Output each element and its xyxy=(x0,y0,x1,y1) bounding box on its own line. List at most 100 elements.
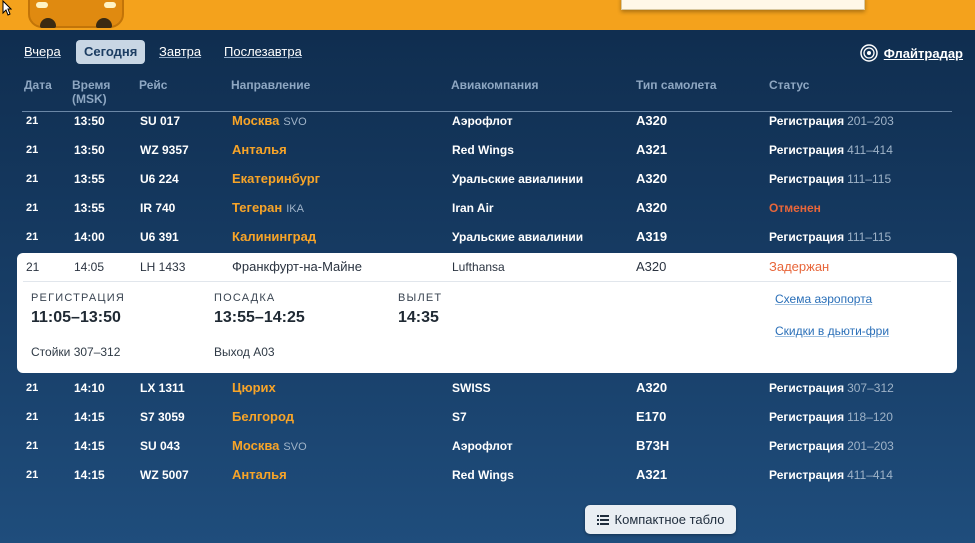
airport-map-link[interactable]: Схема аэропорта xyxy=(775,292,872,306)
row-status: Регистрация 307–312 xyxy=(769,381,894,395)
row-time: 13:50 xyxy=(74,143,105,157)
list-icon xyxy=(596,514,609,525)
row-status: Регистрация 118–120 xyxy=(769,410,893,424)
flightradar-label: Флайтрадар xyxy=(883,45,963,61)
row-aircraft: A320 xyxy=(636,380,668,395)
row-status: Регистрация 111–115 xyxy=(769,172,892,186)
mouse-cursor-icon xyxy=(2,0,12,16)
row-status: Отменен xyxy=(769,201,821,215)
row-flight: LH 1433 xyxy=(140,260,186,274)
row-date: 21 xyxy=(26,440,39,452)
table-row[interactable]: 21 14:15 S7 3059 Белгород S7 E170 Регист… xyxy=(0,404,975,433)
row-airline: Аэрофлот xyxy=(452,439,513,453)
header-status: Статус xyxy=(769,78,810,92)
row-time: 14:10 xyxy=(74,381,105,395)
row-date: 21 xyxy=(26,231,39,243)
row-flight: S7 3059 xyxy=(140,410,185,424)
compact-board-label: Компактное табло xyxy=(614,512,725,527)
table-header: Дата Время (MSK) Рейс Направление Авиаком… xyxy=(0,78,975,110)
row-airline: Iran Air xyxy=(452,201,494,215)
row-date: 21 xyxy=(26,469,39,481)
row-status: Регистрация 411–414 xyxy=(769,468,893,482)
row-status: Регистрация 111–115 xyxy=(769,230,892,244)
flightradar-link[interactable]: Флайтрадар xyxy=(860,42,963,64)
boarding-gate: Выход A03 xyxy=(214,345,275,359)
day-tab-tomorrow[interactable]: Завтра xyxy=(159,40,201,64)
row-aircraft: B73H xyxy=(636,438,670,453)
row-aircraft: A319 xyxy=(636,229,668,244)
row-destination: Калининград xyxy=(232,229,317,244)
row-destination: Тегеран IKA xyxy=(232,200,304,215)
expanded-flight-card[interactable]: 21 14:05 LH 1433 Франкфурт-на-Майне Luft… xyxy=(17,253,957,373)
row-time: 14:15 xyxy=(74,439,105,453)
flightradar-icon xyxy=(860,44,878,62)
day-navigation: Вчера Сегодня Завтра Послезавтра Флайтра… xyxy=(0,40,975,66)
row-aircraft: A320 xyxy=(636,113,668,128)
header-time: Время (MSK) xyxy=(72,78,111,106)
row-airline: Lufthansa xyxy=(452,260,505,274)
header-airline: Авиакомпания xyxy=(451,78,539,92)
expanded-row[interactable]: 21 14:05 LH 1433 Франкфурт-на-Майне Luft… xyxy=(17,253,957,281)
card-divider xyxy=(23,281,951,282)
registration-caption: РЕГИСТРАЦИЯ xyxy=(31,292,125,304)
row-airline: S7 xyxy=(452,410,467,424)
row-aircraft: A320 xyxy=(636,171,668,186)
row-flight: SU 043 xyxy=(140,439,181,453)
row-flight: U6 224 xyxy=(140,172,179,186)
row-aircraft: A320 xyxy=(636,259,667,274)
compact-board-button[interactable]: Компактное табло xyxy=(585,505,736,534)
row-time: 13:55 xyxy=(74,201,105,215)
row-time: 14:15 xyxy=(74,468,105,482)
day-tab-day-after-tomorrow[interactable]: Послезавтра xyxy=(224,40,302,64)
row-destination: Цюрих xyxy=(232,380,276,395)
table-row[interactable]: 21 13:50 WZ 9357 Анталья Red Wings A321 … xyxy=(0,137,975,166)
row-date: 21 xyxy=(26,144,39,156)
row-aircraft: E170 xyxy=(636,409,667,424)
row-date: 21 xyxy=(26,382,39,394)
row-destination: Белгород xyxy=(232,409,294,424)
taxi-car-icon xyxy=(28,0,124,28)
row-time: 14:15 xyxy=(74,410,105,424)
row-destination: Франкфурт-на-Майне xyxy=(232,259,362,274)
header-destination: Направление xyxy=(231,78,311,92)
table-row[interactable]: 21 14:00 U6 391 Калининград Уральские ав… xyxy=(0,224,975,253)
duty-free-link[interactable]: Скидки в дьюти-фри xyxy=(775,324,889,338)
table-row[interactable]: 21 14:15 SU 043 Москва SVO Аэрофлот B73H … xyxy=(0,433,975,462)
header-aircraft: Тип самолета xyxy=(636,78,717,92)
row-status: Регистрация 201–203 xyxy=(769,114,894,128)
row-airline: Red Wings xyxy=(452,468,514,482)
header-flight: Рейс xyxy=(139,78,168,92)
row-flight: WZ 9357 xyxy=(140,143,189,157)
row-airline: SWISS xyxy=(452,381,491,395)
row-flight: IR 740 xyxy=(140,201,176,215)
row-flight: U6 391 xyxy=(140,230,179,244)
top-banner xyxy=(0,0,975,30)
table-row[interactable]: 21 13:55 U6 224 Екатеринбург Уральские а… xyxy=(0,166,975,195)
table-row[interactable]: 21 13:50 SU 017 Москва SVO Аэрофлот A320 … xyxy=(0,108,975,137)
registration-counters: Стойки 307–312 xyxy=(31,345,121,359)
row-time: 13:55 xyxy=(74,172,105,186)
row-airline: Red Wings xyxy=(452,143,514,157)
registration-time: 11:05–13:50 xyxy=(31,309,121,326)
row-flight: LX 1311 xyxy=(140,381,185,395)
row-flight: SU 017 xyxy=(140,114,181,128)
row-date: 21 xyxy=(26,202,39,214)
row-destination: Анталья xyxy=(232,467,287,482)
boarding-time: 13:55–14:25 xyxy=(214,309,305,326)
header-date: Дата xyxy=(24,78,52,92)
row-destination: Анталья xyxy=(232,142,287,157)
row-date: 21 xyxy=(26,411,39,423)
table-row[interactable]: 21 14:15 WZ 5007 Анталья Red Wings A321 … xyxy=(0,462,975,491)
table-row[interactable]: 21 13:55 IR 740 Тегеран IKA Iran Air A320… xyxy=(0,195,975,224)
row-destination: Москва SVO xyxy=(232,438,307,453)
row-status: Регистрация 411–414 xyxy=(769,143,893,157)
row-status: Регистрация 201–203 xyxy=(769,439,894,453)
row-destination: Москва SVO xyxy=(232,113,307,128)
row-aircraft: A320 xyxy=(636,200,668,215)
row-airline: Уральские авиалинии xyxy=(452,172,584,186)
table-row[interactable]: 21 14:10 LX 1311 Цюрих SWISS A320 Регист… xyxy=(0,375,975,404)
day-tab-yesterday[interactable]: Вчера xyxy=(24,40,61,64)
day-tab-today[interactable]: Сегодня xyxy=(76,40,146,64)
row-date: 21 xyxy=(26,115,39,127)
row-airline: Уральские авиалинии xyxy=(452,230,584,244)
